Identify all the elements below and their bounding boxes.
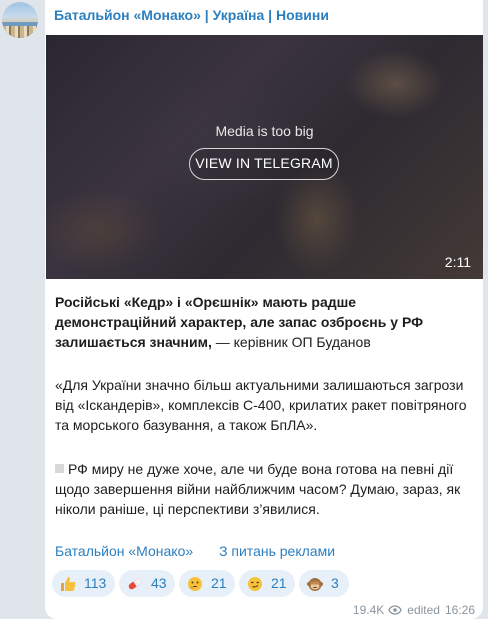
reaction-pill[interactable]: 43: [119, 570, 175, 597]
post-paragraph-text: РФ миру не дуже хоче, але чи буде вона г…: [55, 461, 461, 517]
pill-icon: [128, 578, 142, 590]
post-quote: «Для України значно більш актуальними за…: [55, 377, 467, 433]
eye-icon: [388, 605, 402, 615]
thumbs-up-icon: [61, 577, 76, 591]
square-icon: [55, 464, 64, 473]
post-paragraph: РФ миру не дуже хоче, але чи буде вона г…: [55, 459, 475, 519]
reaction-count: 21: [271, 575, 287, 591]
edited-label: edited: [407, 602, 440, 617]
channel-title[interactable]: Батальйон «Монако» | Україна | Новини: [54, 7, 329, 23]
reaction-count: 21: [211, 575, 227, 591]
message-footer: 19.4K edited 16:26: [353, 602, 475, 617]
video-preview[interactable]: Media is too big VIEW IN TELEGRAM 2:11: [46, 35, 483, 279]
reaction-monkey[interactable]: 3: [299, 570, 349, 597]
advertising-link[interactable]: З питань реклами: [219, 543, 335, 559]
media-too-big-message: Media is too big: [215, 123, 314, 139]
reaction-count: 113: [84, 575, 107, 591]
thinking-face-icon: [188, 577, 202, 591]
smirking-face-icon: [248, 577, 262, 591]
video-duration: 2:11: [444, 254, 471, 270]
telegram-post-view: Батальйон «Монако» | Україна | Новини Me…: [0, 0, 488, 619]
see-no-evil-monkey-icon: [307, 578, 323, 591]
reaction-thinking[interactable]: 21: [179, 570, 235, 597]
view-in-telegram-button[interactable]: VIEW IN TELEGRAM: [189, 148, 339, 180]
reaction-count: 43: [151, 575, 167, 591]
post-headline-tail: — керівник ОП Буданов: [211, 334, 371, 350]
message-bubble: Батальйон «Монако» | Україна | Новини Me…: [45, 0, 483, 619]
channel-link[interactable]: Батальйон «Монако»: [55, 543, 193, 559]
reaction-thumbs-up[interactable]: 113: [52, 570, 115, 597]
view-count: 19.4K: [352, 602, 385, 617]
post-links: Батальйон «Монако» З питань реклами: [55, 543, 335, 559]
reaction-smirk[interactable]: 21: [239, 570, 295, 597]
post-headline-paragraph: Російські «Кедр» і «Орєшнік» мають радше…: [55, 292, 475, 352]
reaction-count: 3: [331, 575, 339, 591]
message-time: 16:26: [444, 602, 475, 617]
channel-avatar[interactable]: [2, 2, 38, 38]
